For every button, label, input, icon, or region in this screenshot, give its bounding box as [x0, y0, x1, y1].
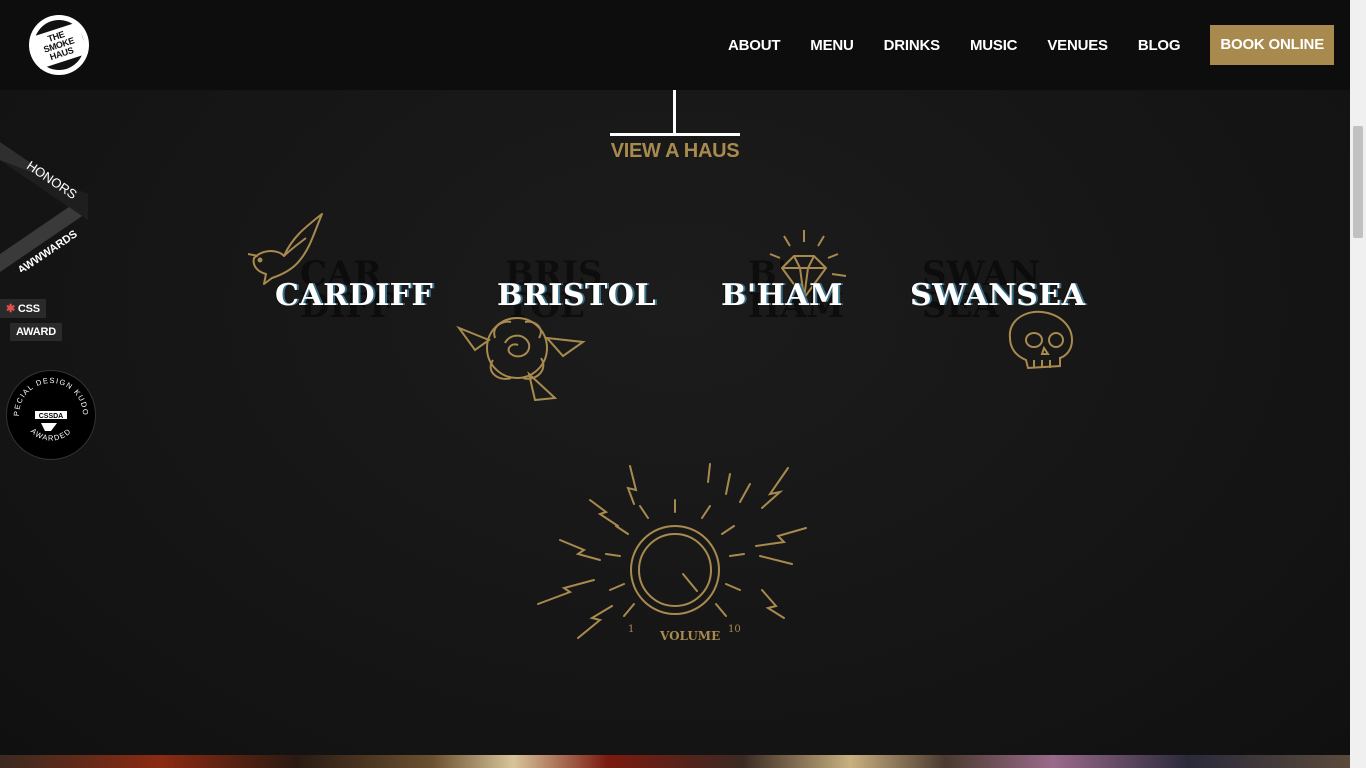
venue-birmingham[interactable]: B'HAM — [721, 278, 843, 313]
volume-max-label: 10 — [728, 624, 741, 635]
book-online-button[interactable]: BOOK ONLINE — [1210, 25, 1334, 65]
divider-horizontal — [610, 133, 740, 136]
page-scrollbar[interactable] — [1350, 0, 1366, 768]
nav-about[interactable]: ABOUT — [728, 37, 781, 54]
nav-blog[interactable]: BLOG — [1138, 37, 1181, 54]
volume-label: VOLUME — [659, 629, 720, 643]
view-a-haus-heading: VIEW A HAUS — [610, 140, 740, 162]
nav-menu[interactable]: MENU — [810, 37, 854, 54]
nav-music[interactable]: MUSIC — [970, 37, 1018, 54]
venue-cardiff[interactable]: CARDIFF — [275, 278, 433, 313]
divider-vertical — [673, 90, 676, 134]
main-nav: ABOUT MENU DRINKS MUSIC VENUES BLOG BOOK… — [698, 25, 1334, 65]
dove-icon — [247, 213, 323, 285]
venue-swansea[interactable]: SWANSEA — [910, 278, 1085, 313]
cssda-name: CSSDA — [39, 413, 64, 420]
volume-knob-icon: 1 VOLUME 10 — [537, 463, 807, 643]
nav-venues[interactable]: VENUES — [1047, 37, 1108, 54]
awwwards-honors-ribbon[interactable]: HONORS AWWWARDS — [0, 142, 90, 272]
css-award-label: AWARD — [10, 323, 62, 341]
svg-text:SPECIAL DESIGN KUDOS: SPECIAL DESIGN KUDOS — [7, 371, 90, 416]
skull-icon — [1008, 310, 1074, 370]
smoke-haus-logo[interactable]: THE SMOKE HAUS — [29, 15, 89, 75]
bottom-photo-strip — [0, 755, 1350, 768]
nav-drinks[interactable]: DRINKS — [884, 37, 941, 54]
site-header: THE SMOKE HAUS ABOUT MENU DRINKS MUSIC V… — [0, 0, 1350, 90]
css-award-tag[interactable]: ✱ CSS — [0, 299, 46, 318]
scrollbar-thumb[interactable] — [1353, 126, 1363, 238]
cssda-badge[interactable]: SPECIAL DESIGN KUDOS AWARDED CSSDA — [4, 364, 96, 460]
logo-badge: THE SMOKE HAUS — [30, 21, 88, 69]
rose-icon — [456, 317, 586, 402]
asterisk-icon: ✱ — [6, 303, 16, 315]
volume-min-label: 1 — [628, 624, 634, 635]
cssda-kudos-text: SPECIAL DESIGN KUDOS — [4, 364, 89, 416]
venue-bristol[interactable]: BRISTOL — [497, 278, 656, 313]
